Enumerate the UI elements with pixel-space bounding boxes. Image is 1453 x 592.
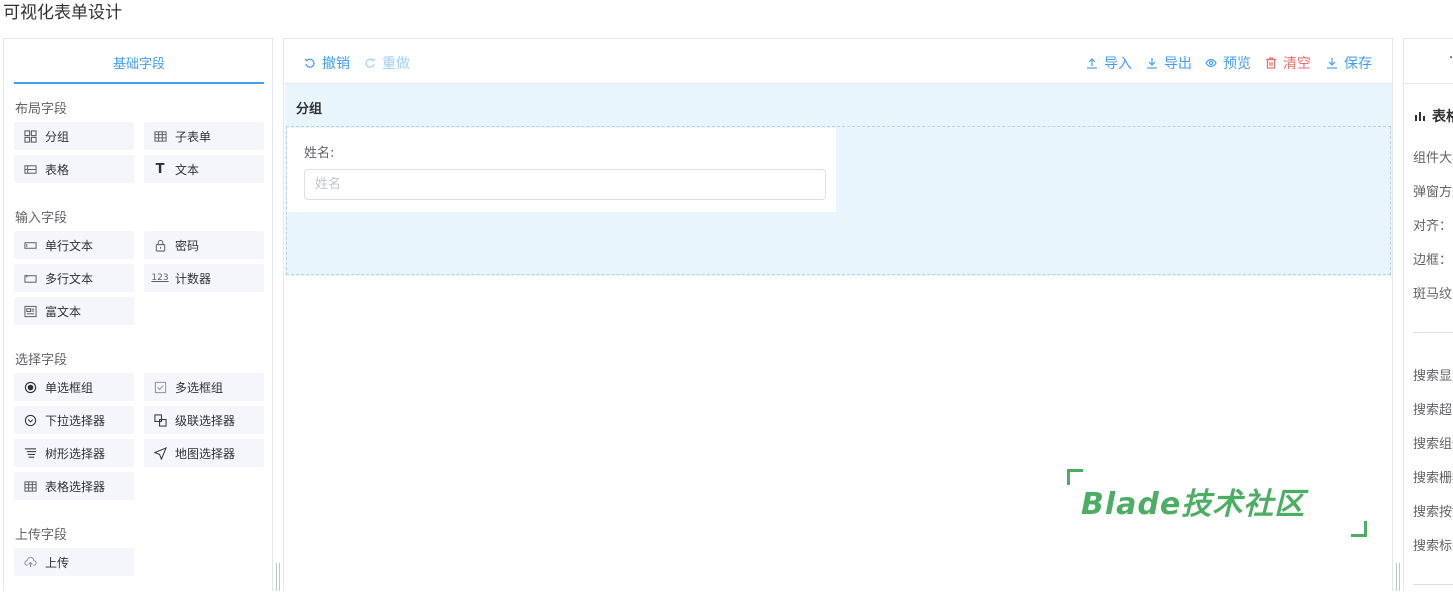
table-select-icon [23, 479, 37, 493]
prop-search-label: 搜索标签 [1413, 539, 1453, 554]
tab-basic-fields[interactable]: 基础字段 [14, 51, 264, 84]
export-button[interactable]: 导出 [1146, 53, 1192, 73]
field-checkbox-group[interactable]: 多选框组 [144, 373, 264, 401]
properties-tabbar: · [1404, 39, 1453, 84]
prop-search-grid: 搜索栅格 [1413, 471, 1453, 486]
form-canvas[interactable]: 分组 姓名: Blade技术社区 [285, 84, 1392, 592]
page-title: 可视化表单设计 [3, 3, 122, 23]
prop-dialog: 弹窗方式 [1413, 185, 1453, 200]
trash-icon [1266, 57, 1276, 69]
tree-icon [23, 446, 37, 460]
field-label: 姓名: [304, 146, 335, 161]
select-icon [23, 413, 37, 427]
redo-button[interactable]: 重做 [364, 53, 410, 73]
field-password[interactable]: 密码 [144, 231, 264, 259]
watermark-corner-br [1351, 521, 1367, 537]
field-select[interactable]: 下拉选择器 [14, 406, 134, 434]
prop-search-overflow: 搜索超出 [1413, 403, 1453, 418]
field-multi-line[interactable]: 多行文本 [14, 264, 134, 292]
prop-stripe: 斑马纹 [1413, 287, 1453, 302]
prop-align: 对齐： [1413, 219, 1453, 234]
eye-icon [1205, 58, 1217, 68]
radio-icon [23, 380, 37, 394]
lock-icon [153, 238, 167, 252]
field-group[interactable]: 分组 [14, 122, 134, 150]
grid-icon [23, 129, 37, 143]
prop-size: 组件大小 [1413, 151, 1453, 166]
properties-panel: · 表格 组件大小 弹窗方式 对齐： 边框： 斑马纹 搜索显示 搜索超出 搜索组… [1403, 38, 1453, 591]
field-map-select[interactable]: 地图选择器 [144, 439, 264, 467]
tab-properties[interactable]: · [1449, 51, 1453, 66]
prop-search-component: 搜索组件 [1413, 437, 1453, 452]
divider [1413, 332, 1453, 333]
cloud-upload-icon [23, 555, 37, 569]
bar-chart-icon [1415, 112, 1425, 121]
import-button[interactable]: 导入 [1086, 53, 1132, 73]
clear-button[interactable]: 清空 [1265, 53, 1311, 73]
list-table-icon [23, 162, 37, 176]
text-t-icon: T [155, 161, 165, 177]
rich-text-icon [23, 304, 37, 318]
group-label: 分组 [296, 102, 323, 117]
group-title-input: 输入字段 [15, 211, 68, 226]
toolbar: 撤销 重做 导入 导出 预览 清空 保存 [284, 39, 1392, 84]
group-title-layout: 布局字段 [15, 102, 68, 117]
table-icon [153, 129, 167, 143]
checkbox-icon [153, 380, 167, 394]
design-area: 撤销 重做 导入 导出 预览 清空 保存 分组 姓名: 姓名 Blade技术社区 [283, 38, 1393, 591]
group-title-select: 选择字段 [15, 353, 68, 368]
input-multi-icon [23, 271, 37, 285]
field-table-select[interactable]: 表格选择器 [14, 472, 134, 500]
preview-button[interactable]: 预览 [1205, 53, 1251, 73]
prop-search-button: 搜索按钮 [1413, 505, 1453, 520]
right-resize-handle[interactable] [1396, 563, 1400, 591]
field-text[interactable]: T 文本 [144, 155, 264, 183]
cascader-icon [153, 413, 167, 427]
field-cascader[interactable]: 级联选择器 [144, 406, 264, 434]
field-table[interactable]: 表格 [14, 155, 134, 183]
divider [1413, 584, 1453, 585]
form-item-name[interactable]: 姓名: [287, 128, 836, 212]
field-tree-select[interactable]: 树形选择器 [14, 439, 134, 467]
redo-icon [365, 58, 376, 68]
prop-border: 边框： [1413, 253, 1453, 268]
field-rich-text[interactable]: 富文本 [14, 297, 134, 325]
download-icon [1327, 58, 1337, 69]
counter-icon: 123 [151, 273, 169, 283]
group-container[interactable]: 分组 姓名: [285, 84, 1392, 276]
input-single-icon [23, 238, 37, 252]
field-upload[interactable]: 上传 [14, 548, 134, 576]
download-icon [1147, 58, 1157, 69]
field-single-line[interactable]: 单行文本 [14, 231, 134, 259]
map-pin-icon [153, 446, 167, 460]
watermark-logo: Blade技术社区 [1067, 469, 1367, 541]
field-radio-group[interactable]: 单选框组 [14, 373, 134, 401]
field-sub-form[interactable]: 子表单 [144, 122, 264, 150]
undo-button[interactable]: 撤销 [304, 53, 350, 73]
undo-icon [304, 58, 315, 68]
group-title-upload: 上传字段 [15, 528, 68, 543]
left-resize-handle[interactable] [276, 563, 280, 591]
save-button[interactable]: 保存 [1326, 53, 1372, 73]
field-palette: 基础字段 布局字段 分组 子表单 表格 T 文本 输入字段 单行文本 密码 多行… [3, 38, 273, 591]
name-input[interactable] [304, 169, 826, 200]
watermark-text: Blade技术社区 [1081, 487, 1306, 522]
field-counter[interactable]: 123 计数器 [144, 264, 264, 292]
prop-search-show: 搜索显示 [1413, 369, 1453, 384]
section-title: 表格 [1414, 106, 1453, 126]
upload-icon [1087, 58, 1097, 69]
